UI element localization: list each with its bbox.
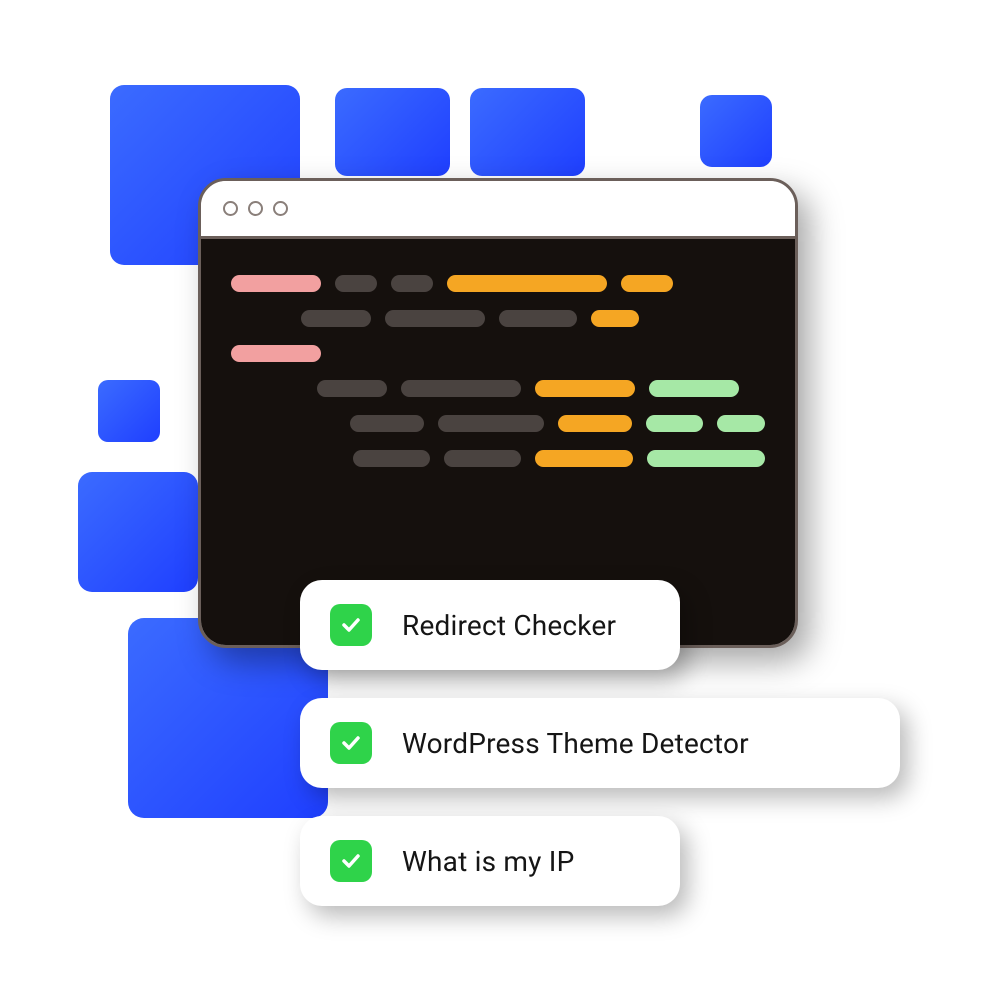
code-line bbox=[231, 415, 765, 432]
decorative-square bbox=[98, 380, 160, 442]
decorative-square bbox=[335, 88, 450, 176]
tool-chip-wp-theme-detector[interactable]: WordPress Theme Detector bbox=[300, 698, 900, 788]
traffic-light-icon bbox=[223, 201, 238, 216]
decorative-square bbox=[78, 472, 198, 592]
decorative-square bbox=[700, 95, 772, 167]
check-icon bbox=[330, 604, 372, 646]
decorative-square bbox=[128, 618, 328, 818]
tool-label: Redirect Checker bbox=[402, 609, 616, 642]
code-line bbox=[231, 380, 765, 397]
code-editor-window bbox=[198, 178, 798, 648]
code-line bbox=[231, 275, 765, 292]
code-line bbox=[231, 310, 765, 327]
traffic-light-icon bbox=[273, 201, 288, 216]
illustration-canvas: Redirect Checker WordPress Theme Detecto… bbox=[0, 0, 1000, 1000]
tool-chip-what-is-my-ip[interactable]: What is my IP bbox=[300, 816, 680, 906]
window-titlebar bbox=[201, 181, 795, 239]
traffic-light-icon bbox=[248, 201, 263, 216]
check-icon bbox=[330, 840, 372, 882]
code-line bbox=[231, 345, 765, 362]
check-icon bbox=[330, 722, 372, 764]
decorative-square bbox=[470, 88, 585, 176]
code-line bbox=[231, 450, 765, 467]
tool-label: What is my IP bbox=[402, 845, 574, 878]
tool-chip-redirect-checker[interactable]: Redirect Checker bbox=[300, 580, 680, 670]
tool-list: Redirect Checker WordPress Theme Detecto… bbox=[300, 580, 940, 934]
tool-label: WordPress Theme Detector bbox=[402, 727, 749, 760]
